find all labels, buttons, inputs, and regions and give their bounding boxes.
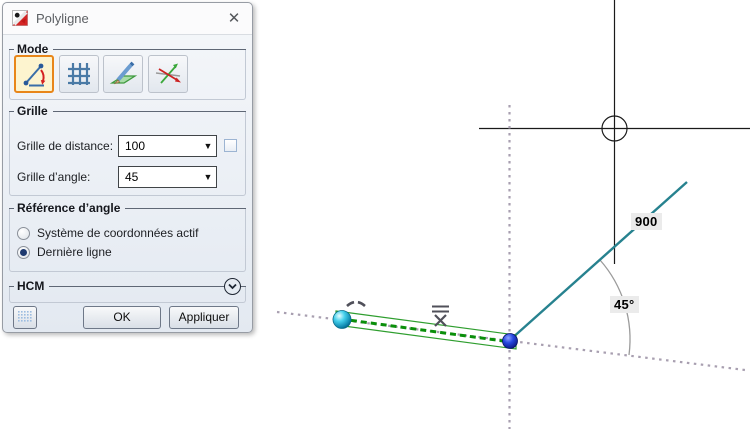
radio-coordinate-system[interactable]: Système de coordonnées actif [17,226,198,240]
hcm-group: HCM [9,277,246,303]
grid-angle-value: 45 [125,170,139,184]
chevron-down-icon [228,283,237,289]
mode-button-grid-points[interactable] [59,55,99,93]
length-value-label: 900 [631,213,662,230]
midpoint-snap-icon [432,305,449,327]
arc-snap-icon [346,300,366,308]
grid-angle-label: Grille d’angle: [17,170,91,184]
vertex-point-handle[interactable] [502,333,518,349]
radio-selected-icon[interactable] [17,245,30,259]
grid-icon [68,63,90,85]
radio-icon[interactable] [17,226,30,240]
dialog-footer: OK Appliquer [9,305,246,331]
axis-arrows-icon [155,63,181,84]
dialog-title: Polyligne [36,11,89,26]
grid-distance-label: Grille de distance: [17,139,114,153]
hcm-expand-button[interactable] [224,277,241,295]
hcm-group-label: HCM [17,279,45,293]
grid-angle-combobox[interactable]: 45 ▼ [118,166,217,188]
chevron-down-icon[interactable]: ▼ [200,141,216,151]
angle-reference-group-label: Référence d’angle [17,201,121,215]
mode-group: Mode [9,42,246,100]
mode-button-polyline-angle[interactable] [14,55,54,93]
polyline-tool-icon [12,10,28,26]
grille-group: Grille Grille de distance: 100 ▼ Grille … [9,104,246,196]
mode-group-label: Mode [17,42,49,56]
radio-last-line[interactable]: Dernière ligne [17,245,112,259]
polyligne-dialog: Polyligne ✕ Mode Grille Grille de distan… [2,2,253,333]
radio-coordinate-system-label: Système de coordonnées actif [37,226,199,240]
mode-button-reference-axes[interactable] [148,55,188,93]
grid-distance-combobox[interactable]: 100 ▼ [118,135,217,157]
mode-button-sketch[interactable] [103,55,143,93]
grid-toggle-button[interactable] [13,306,37,329]
angle-value-label: 45° [610,296,639,313]
start-point-handle[interactable] [332,310,352,329]
radio-last-line-label: Dernière ligne [37,245,112,259]
grid-distance-value: 100 [125,139,146,153]
preview-segment-line [509,181,688,341]
close-icon[interactable]: ✕ [224,9,244,29]
dialog-title-bar[interactable]: Polyligne ✕ [3,3,252,35]
dot-grid-icon [18,311,32,322]
pencil-plane-icon [109,61,138,85]
apply-button[interactable]: Appliquer [169,306,239,329]
ok-button[interactable]: OK [83,306,161,329]
grid-distance-checkbox[interactable] [224,139,237,152]
grille-group-label: Grille [17,104,48,118]
chevron-down-icon[interactable]: ▼ [200,172,216,182]
angle-reference-group: Référence d’angle Système de coordonnées… [9,201,246,272]
polyline-angle-icon [23,63,46,87]
